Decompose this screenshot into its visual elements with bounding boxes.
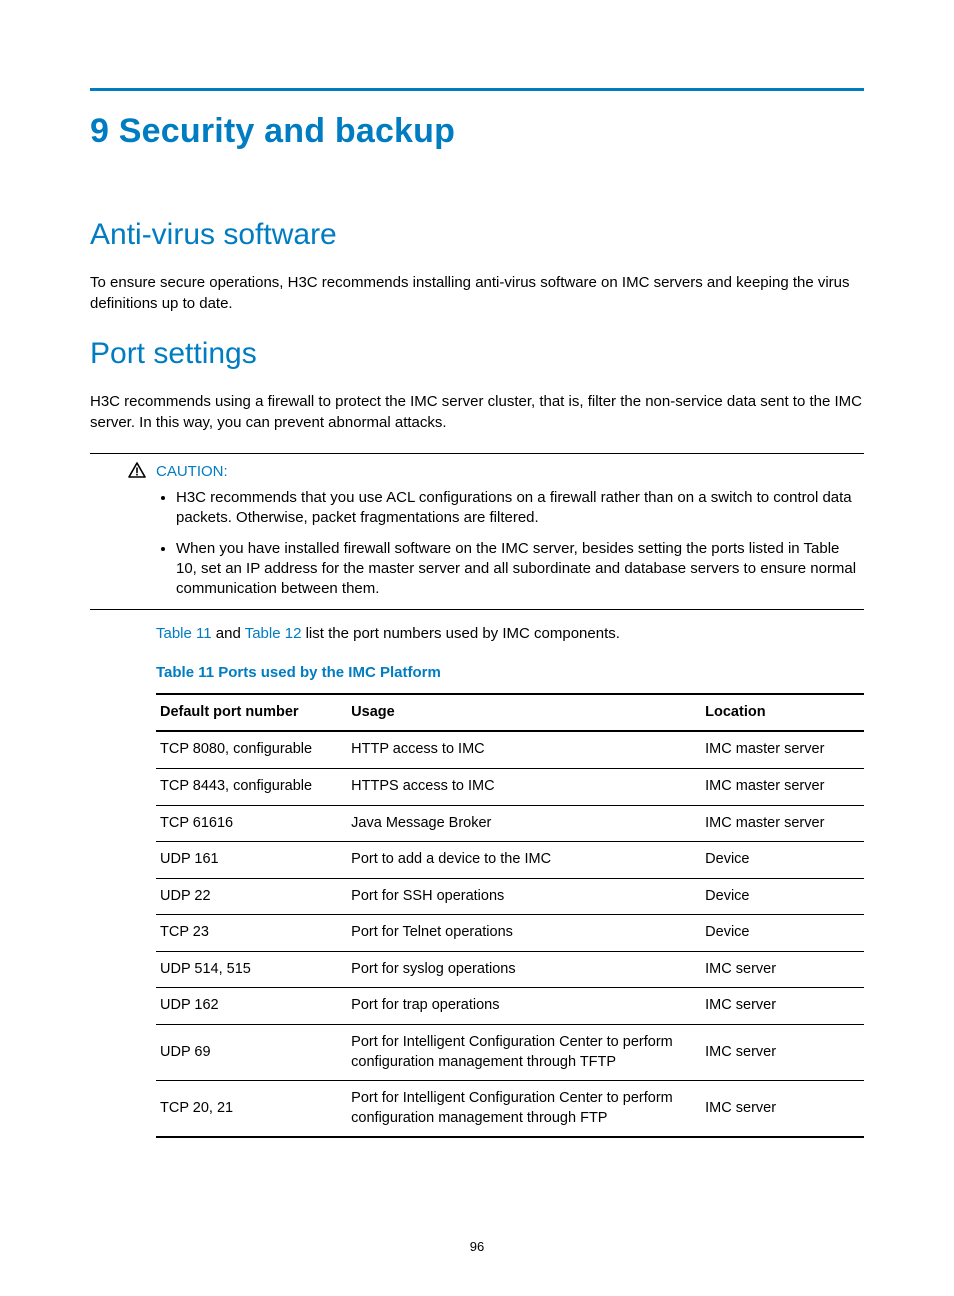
page: 9 Security and backup Anti-virus softwar… xyxy=(0,0,954,1296)
cell-location: IMC server xyxy=(701,988,864,1025)
link-table-12[interactable]: Table 12 xyxy=(245,625,302,642)
th-usage: Usage xyxy=(347,694,701,732)
th-location: Location xyxy=(701,694,864,732)
cell-usage: Port for Intelligent Configuration Cente… xyxy=(347,1081,701,1138)
cell-location: IMC server xyxy=(701,1081,864,1138)
section-heading-antivirus: Anti-virus software xyxy=(90,215,864,256)
cell-location: IMC master server xyxy=(701,805,864,842)
cell-usage: Port to add a device to the IMC xyxy=(347,842,701,879)
cell-port: UDP 69 xyxy=(156,1024,347,1080)
table-intro-line: Table 11 and Table 12 list the port numb… xyxy=(156,624,864,644)
caution-item: When you have installed firewall softwar… xyxy=(176,539,864,600)
cell-location: Device xyxy=(701,915,864,952)
th-port: Default port number xyxy=(156,694,347,732)
cell-port: UDP 514, 515 xyxy=(156,951,347,988)
table-row: UDP 69Port for Intelligent Configuration… xyxy=(156,1024,864,1080)
caution-header: CAUTION: xyxy=(128,462,864,482)
antivirus-paragraph: To ensure secure operations, H3C recomme… xyxy=(90,273,864,314)
cell-port: TCP 61616 xyxy=(156,805,347,842)
cell-location: IMC master server xyxy=(701,769,864,806)
cell-port: TCP 8080, configurable xyxy=(156,731,347,768)
table-row: TCP 20, 21Port for Intelligent Configura… xyxy=(156,1081,864,1138)
cell-usage: Port for trap operations xyxy=(347,988,701,1025)
cell-port: TCP 20, 21 xyxy=(156,1081,347,1138)
table-row: UDP 514, 515Port for syslog operationsIM… xyxy=(156,951,864,988)
intro-tail: list the port numbers used by IMC compon… xyxy=(301,625,619,642)
port-settings-paragraph: H3C recommends using a firewall to prote… xyxy=(90,392,864,433)
cell-port: TCP 23 xyxy=(156,915,347,952)
caution-item: H3C recommends that you use ACL configur… xyxy=(176,488,864,529)
table-row: UDP 22Port for SSH operationsDevice xyxy=(156,878,864,915)
cell-location: Device xyxy=(701,878,864,915)
ports-tbody: TCP 8080, configurableHTTP access to IMC… xyxy=(156,731,864,1137)
table-row: UDP 161Port to add a device to the IMCDe… xyxy=(156,842,864,879)
section-heading-port-settings: Port settings xyxy=(90,334,864,375)
intro-mid: and xyxy=(212,625,245,642)
cell-port: UDP 22 xyxy=(156,878,347,915)
cell-port: UDP 162 xyxy=(156,988,347,1025)
table-caption: Table 11 Ports used by the IMC Platform xyxy=(156,663,864,683)
cell-location: IMC master server xyxy=(701,731,864,768)
caution-label: CAUTION: xyxy=(156,462,228,482)
caution-icon xyxy=(128,462,146,484)
cell-location: IMC server xyxy=(701,951,864,988)
page-number: 96 xyxy=(0,1238,954,1256)
cell-usage: Java Message Broker xyxy=(347,805,701,842)
ports-table: Default port number Usage Location TCP 8… xyxy=(156,693,864,1138)
cell-usage: HTTP access to IMC xyxy=(347,731,701,768)
cell-usage: HTTPS access to IMC xyxy=(347,769,701,806)
cell-usage: Port for Intelligent Configuration Cente… xyxy=(347,1024,701,1080)
cell-usage: Port for Telnet operations xyxy=(347,915,701,952)
table-row: TCP 8080, configurableHTTP access to IMC… xyxy=(156,731,864,768)
table-row: TCP 23Port for Telnet operationsDevice xyxy=(156,915,864,952)
top-rule xyxy=(90,88,864,91)
table-row: UDP 162Port for trap operationsIMC serve… xyxy=(156,988,864,1025)
cell-port: TCP 8443, configurable xyxy=(156,769,347,806)
cell-usage: Port for syslog operations xyxy=(347,951,701,988)
cell-port: UDP 161 xyxy=(156,842,347,879)
cell-location: IMC server xyxy=(701,1024,864,1080)
cell-location: Device xyxy=(701,842,864,879)
caution-list: H3C recommends that you use ACL configur… xyxy=(156,488,864,599)
caution-block: CAUTION: H3C recommends that you use ACL… xyxy=(90,453,864,611)
table-row: TCP 61616Java Message BrokerIMC master s… xyxy=(156,805,864,842)
table-header-row: Default port number Usage Location xyxy=(156,694,864,732)
cell-usage: Port for SSH operations xyxy=(347,878,701,915)
table-row: TCP 8443, configurableHTTPS access to IM… xyxy=(156,769,864,806)
chapter-title: 9 Security and backup xyxy=(90,109,864,155)
link-table-11[interactable]: Table 11 xyxy=(156,625,212,642)
